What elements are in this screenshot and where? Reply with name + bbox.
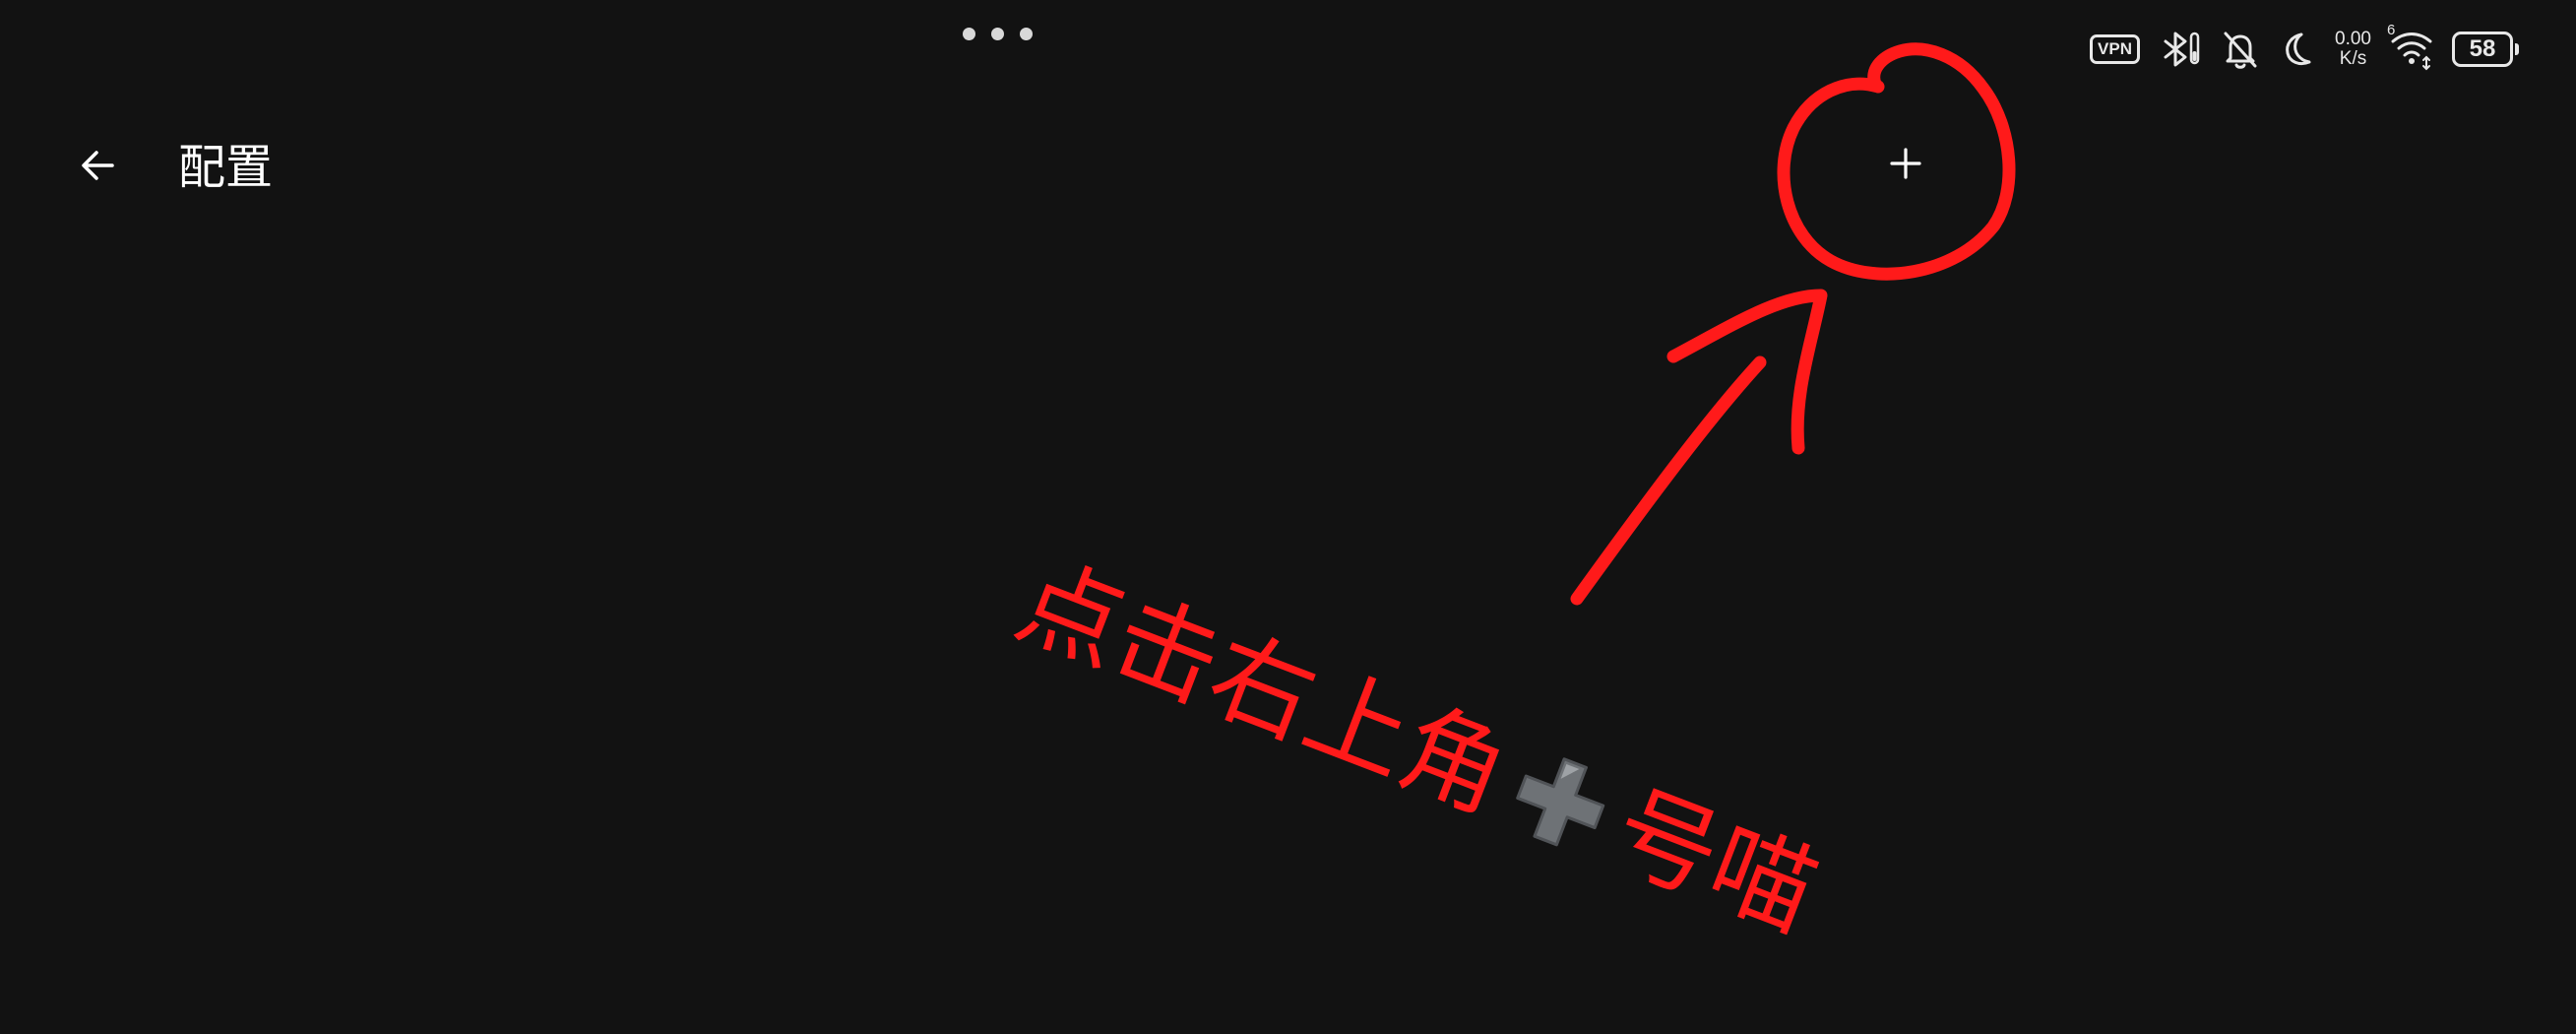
battery-level: 58 bbox=[2469, 35, 2496, 62]
annotation-text-after: 号喵 bbox=[1598, 768, 1833, 954]
handle-dot bbox=[1020, 28, 1033, 40]
status-bar: VPN 0.00 K/s 6 58 bbox=[2090, 22, 2519, 77]
annotation-text-before: 点击右上角 bbox=[1002, 540, 1524, 836]
vpn-label: VPN bbox=[2090, 34, 2141, 64]
wifi-icon: 6 bbox=[2387, 22, 2434, 71]
battery-icon: 58 bbox=[2452, 32, 2519, 67]
plus-icon bbox=[1890, 148, 1921, 179]
wifi-generation: 6 bbox=[2387, 22, 2396, 38]
moon-icon bbox=[2278, 29, 2317, 70]
bluetooth-icon bbox=[2158, 28, 2203, 71]
arrow-left-icon bbox=[82, 151, 114, 180]
annotation-arrow-shaft bbox=[1570, 355, 1767, 606]
handle-dot bbox=[991, 28, 1004, 40]
emoji-plus-icon bbox=[1484, 726, 1637, 878]
net-speed-value: 0.00 bbox=[2335, 29, 2371, 49]
back-button[interactable] bbox=[69, 136, 128, 195]
handle-dot bbox=[963, 28, 975, 40]
network-speed: 0.00 K/s bbox=[2335, 30, 2371, 69]
bell-muted-icon bbox=[2221, 29, 2260, 70]
add-button[interactable] bbox=[1876, 134, 1935, 193]
net-speed-unit: K/s bbox=[2339, 48, 2367, 69]
annotation-arrow-head bbox=[1666, 289, 1828, 455]
annotation-text: 点击右上角 号喵 bbox=[1002, 540, 1833, 954]
vpn-icon: VPN bbox=[2090, 34, 2141, 64]
window-handle[interactable] bbox=[963, 28, 1033, 40]
annotation-drawing bbox=[1570, 42, 2016, 606]
config-screen: VPN 0.00 K/s 6 58 配置 点击右上角 号喵 bbox=[0, 0, 2576, 1034]
page-title: 配置 bbox=[178, 140, 274, 195]
